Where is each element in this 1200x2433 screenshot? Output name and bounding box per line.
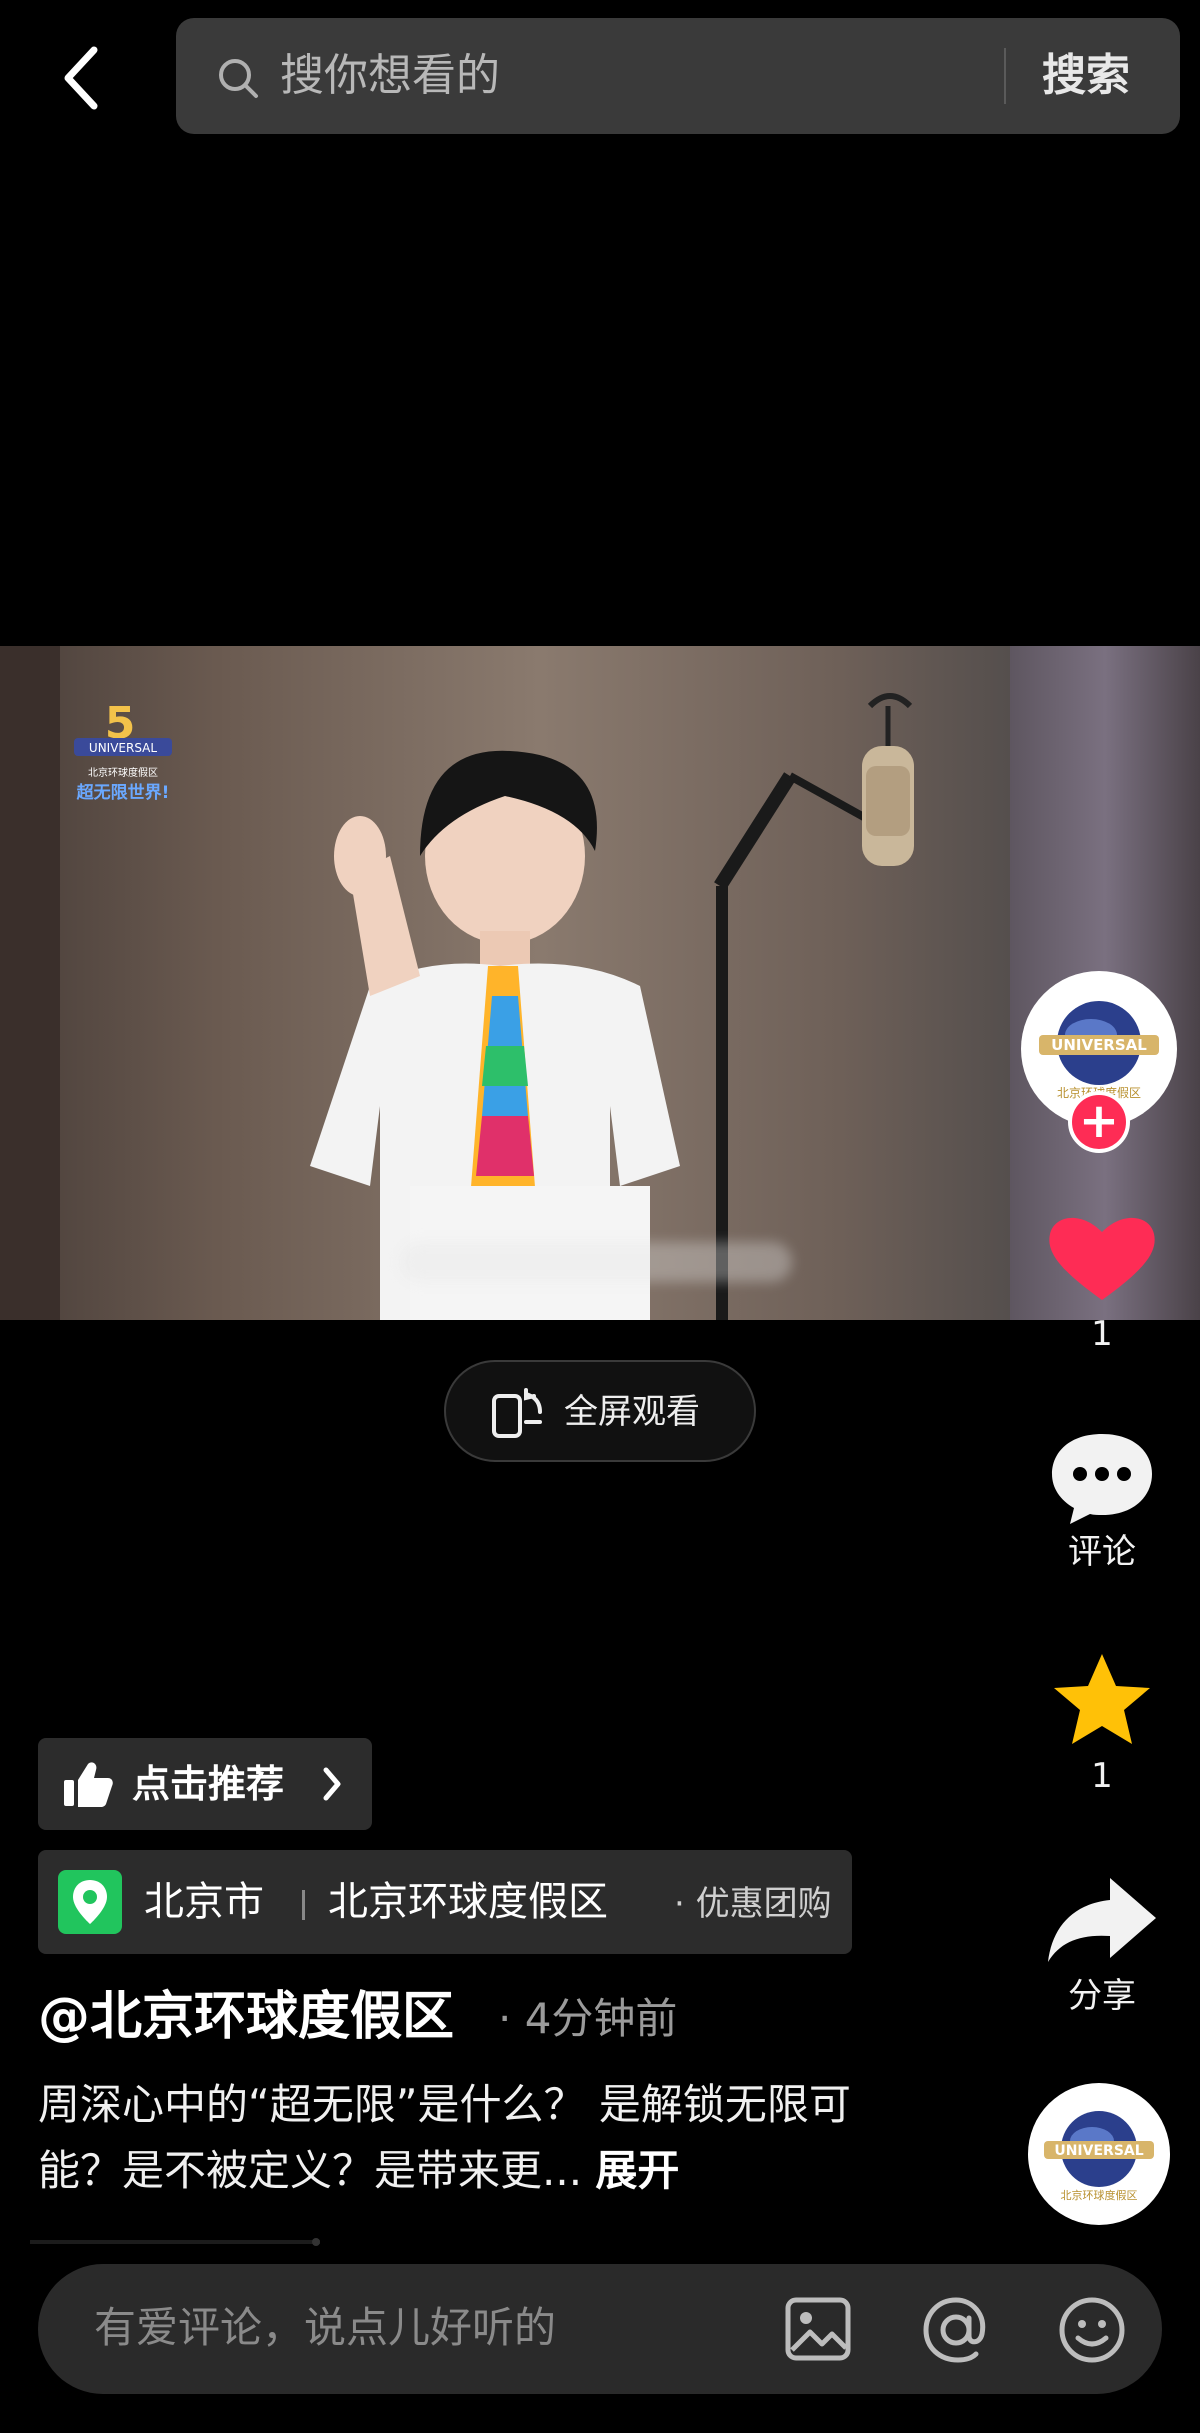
universal-logo-watermark: 5 UNIVERSAL 北京环球度假区 超无限世界! (74, 698, 172, 803)
fullscreen-button[interactable]: 全屏观看 (444, 1360, 756, 1462)
at-mention-icon[interactable] (920, 2294, 992, 2366)
svg-text:UNIVERSAL: UNIVERSAL (1054, 2143, 1143, 2159)
search-input[interactable]: 搜你想看的 (280, 48, 500, 104)
svg-text:北京环球度假区: 北京环球度假区 (88, 766, 158, 779)
chevron-right-icon (323, 1767, 341, 1801)
search-button[interactable]: 搜索 (1042, 46, 1130, 106)
video-player[interactable]: 5 UNIVERSAL 北京环球度假区 超无限世界! (0, 646, 1200, 1320)
star-icon (1054, 1654, 1150, 1744)
svg-text:超无限世界!: 超无限世界! (77, 782, 170, 803)
video-subtitle-blurred (400, 1242, 792, 1282)
svg-text:UNIVERSAL: UNIVERSAL (89, 741, 157, 755)
post-caption: 周深心中的“超无限”是什么？ 是解锁无限可能？是不被定义？是带来更... 展开 (38, 2072, 888, 2204)
favorite-button[interactable]: 1 (1040, 1650, 1164, 1798)
heart-icon (1049, 1217, 1155, 1300)
location-pin-icon (58, 1870, 122, 1934)
comment-label: 评论 (1068, 1532, 1136, 1572)
follow-button[interactable]: + (1068, 1091, 1130, 1153)
location-deal: · 优惠团购 (674, 1884, 832, 1924)
share-arrow-icon (1048, 1878, 1156, 1962)
image-icon[interactable] (784, 2296, 852, 2362)
music-disc-avatar[interactable]: UNIVERSAL 北京环球度假区 (1028, 2083, 1170, 2225)
location-place: 北京环球度假区 (328, 1879, 608, 1925)
comment-input[interactable]: 有爱评论，说点儿好听的 (94, 2298, 556, 2358)
video-person (310, 750, 680, 1320)
like-count: 1 (1091, 1314, 1113, 1354)
rotate-phone-icon (492, 1388, 542, 1438)
video-progress-track[interactable] (30, 2240, 320, 2244)
location-city: 北京市 (144, 1879, 264, 1925)
like-button[interactable]: 1 (1040, 1208, 1164, 1356)
post-time: · 4分钟前 (498, 1994, 678, 2043)
comment-button[interactable]: 评论 (1040, 1426, 1164, 1574)
caption-text: 周深心中的“超无限”是什么？ 是解锁无限可能？是不被定义？是带来更... (38, 2080, 851, 2195)
svg-text:UNIVERSAL: UNIVERSAL (1051, 1036, 1147, 1054)
search-divider (1004, 48, 1006, 104)
svg-text:北京环球度假区: 北京环球度假区 (1061, 2188, 1138, 2202)
chevron-left-icon (64, 46, 98, 110)
recommend-label: 点击推荐 (132, 1762, 285, 1806)
share-label: 分享 (1068, 1976, 1136, 2016)
location-tag[interactable]: 北京市 北京环球度假区 · 优惠团购 (38, 1850, 852, 1954)
search-icon (219, 59, 258, 98)
fullscreen-label: 全屏观看 (564, 1392, 700, 1432)
thumbs-up-icon (64, 1762, 113, 1807)
comment-bubble-icon (1052, 1434, 1152, 1524)
back-button[interactable] (50, 38, 120, 118)
video-wall-left (0, 646, 60, 1320)
author-name[interactable]: @北京环球度假区 (38, 1984, 454, 2050)
expand-link[interactable]: 展开 (595, 2146, 679, 2195)
share-button[interactable]: 分享 (1040, 1870, 1164, 2018)
universal-globe-icon: UNIVERSAL 北京环球度假区 (1044, 2111, 1154, 2202)
comment-bar[interactable]: 有爱评论，说点儿好听的 (38, 2264, 1162, 2394)
search-box[interactable]: 搜你想看的 搜索 (176, 18, 1180, 134)
location-divider (302, 1890, 305, 1920)
recommend-button[interactable]: 点击推荐 (38, 1738, 372, 1830)
emoji-icon[interactable] (1056, 2294, 1128, 2366)
video-progress-handle[interactable] (312, 2238, 320, 2246)
favorite-count: 1 (1091, 1756, 1113, 1796)
